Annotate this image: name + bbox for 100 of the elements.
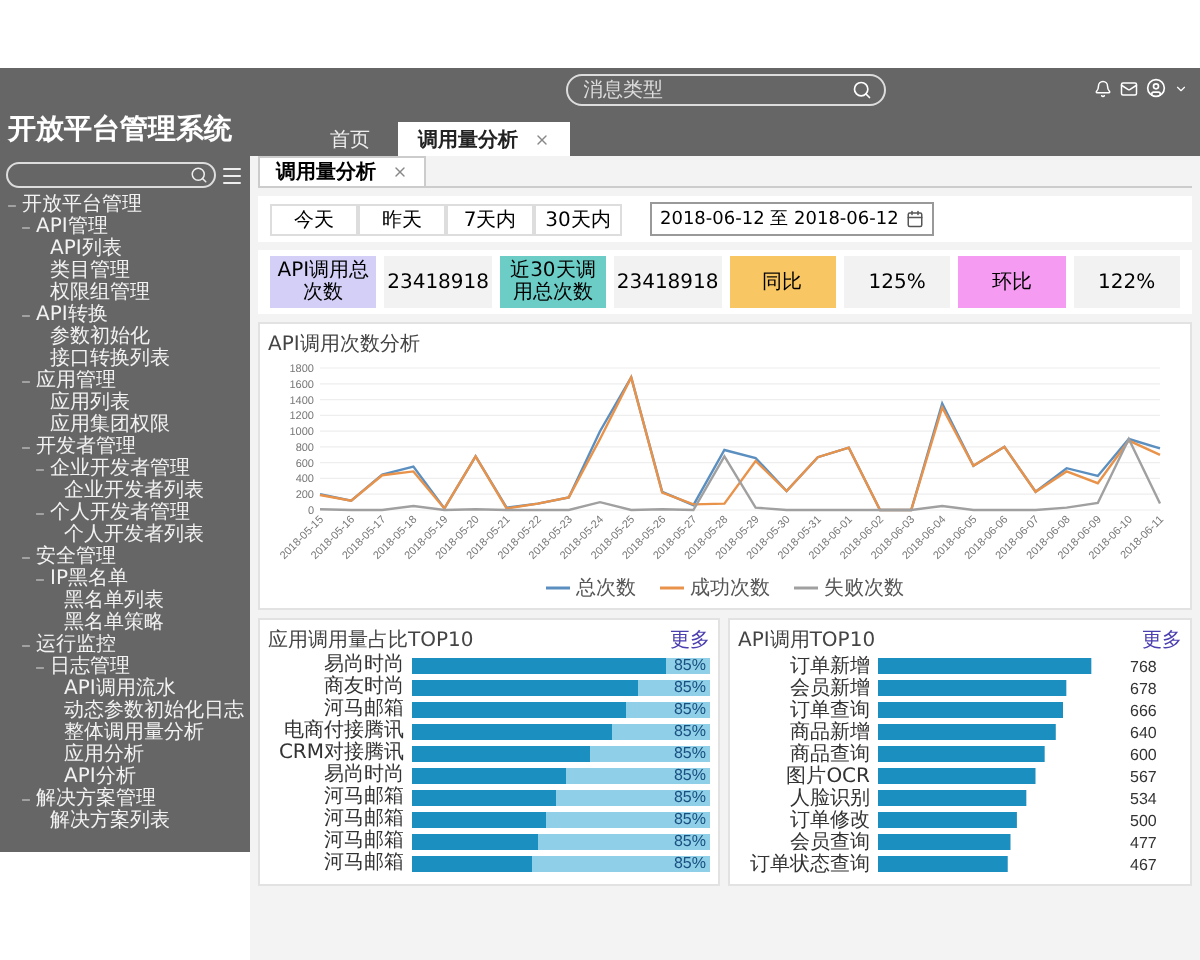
percent-reading: 85% [673, 853, 706, 873]
collapse-icon[interactable] [20, 441, 32, 453]
close-icon[interactable] [392, 164, 408, 180]
tab[interactable]: 调用量分析 [398, 122, 570, 156]
sidebar-item[interactable]: 应用管理 [36, 370, 116, 392]
category-label: 人脸识别 [790, 788, 870, 810]
bar [878, 812, 1017, 828]
stat-value: 122% [1073, 256, 1180, 308]
tab[interactable]: 首页 [310, 122, 390, 156]
bar [878, 856, 1008, 872]
sidebar-item[interactable]: 整体调用量分析 [64, 722, 204, 744]
sidebar-item[interactable]: 企业开发者列表 [64, 480, 204, 502]
collapse-icon[interactable] [20, 309, 32, 321]
collapse-icon[interactable] [20, 639, 32, 651]
collapse-icon[interactable] [6, 199, 18, 211]
sidebar-item[interactable]: 权限组管理 [50, 282, 150, 304]
app-name: 河马邮箱 [322, 830, 404, 852]
mail-icon[interactable] [1120, 79, 1138, 97]
sidebar-item[interactable]: 黑名单列表 [64, 590, 164, 612]
sidebar-item[interactable]: 日志管理 [50, 656, 130, 678]
bell-icon[interactable] [1094, 79, 1112, 97]
date-filter-button[interactable]: 30天内 [534, 203, 622, 235]
collapse-icon[interactable] [20, 793, 32, 805]
stat-label: 环比 [958, 256, 1066, 308]
percent-reading: 85% [673, 787, 706, 807]
value-label: 678 [1130, 680, 1157, 698]
percent-reading: 85% [673, 765, 706, 785]
user-icon[interactable] [1146, 78, 1166, 98]
collapse-icon[interactable] [20, 551, 32, 563]
collapse-icon[interactable] [20, 375, 32, 387]
collapse-icon[interactable] [20, 221, 32, 233]
collapse-icon[interactable] [34, 573, 46, 585]
collapse-icon[interactable] [34, 463, 46, 475]
caret-icon[interactable] [1174, 81, 1188, 95]
sidebar-item[interactable]: API调用流水 [64, 678, 176, 700]
value-label: 640 [1130, 724, 1157, 742]
date-filter-button[interactable]: 昨天 [358, 203, 446, 235]
more-link[interactable]: 更多 [670, 626, 710, 654]
legend-line-icon [660, 584, 684, 592]
sidebar-item[interactable]: 动态参数初始化日志 [64, 700, 244, 722]
search-field[interactable]: 消息类型 [565, 74, 885, 106]
search-field[interactable] [6, 162, 216, 188]
category-label: 会员新增 [790, 678, 870, 700]
stat-value: 23418918 [384, 256, 492, 308]
sidebar-item[interactable]: 运行监控 [36, 634, 116, 656]
app-title: 开放平台管理系统 [8, 112, 232, 148]
tab[interactable]: 调用量分析 [258, 156, 426, 186]
sidebar-item[interactable]: 应用分析 [64, 744, 144, 766]
category-label: 订单状态查询 [750, 854, 870, 876]
sidebar-item[interactable]: 接口转换列表 [50, 348, 170, 370]
search-input[interactable]: 消息类型 [579, 77, 851, 103]
sidebar-item[interactable]: 安全管理 [36, 546, 116, 568]
stat-value: 23418918 [614, 256, 721, 308]
legend-line-icon [794, 584, 818, 592]
legend-label: 总次数 [576, 575, 636, 602]
date-filter-button[interactable]: 7天内 [446, 203, 534, 235]
sidebar-item[interactable]: 开发者管理 [36, 436, 136, 458]
percent-reading: 85% [673, 721, 706, 741]
app-name: CRM对接腾讯 [276, 742, 404, 764]
menu-icon[interactable] [220, 163, 244, 187]
date-filter-button[interactable]: 今天 [270, 203, 358, 235]
collapse-icon[interactable] [34, 507, 46, 519]
close-icon[interactable] [534, 131, 550, 147]
date-range-field[interactable]: 2018-06-12 至 2018-06-12 [650, 202, 935, 236]
sidebar-item[interactable]: 解决方案列表 [50, 810, 170, 832]
sidebar-item[interactable]: 解决方案管理 [36, 788, 156, 810]
value-label: 666 [1130, 702, 1157, 720]
bar [878, 834, 1011, 850]
percent-reading: 85% [673, 699, 706, 719]
value-label: 534 [1130, 790, 1157, 808]
app-name: 电商付接腾讯 [282, 720, 404, 742]
stat-value: 125% [843, 256, 951, 308]
category-label: 图片OCR [786, 766, 870, 788]
app-name: 河马邮箱 [322, 852, 404, 874]
sidebar-item[interactable]: 应用集团权限 [50, 414, 170, 436]
sidebar-item[interactable]: API转换 [36, 304, 108, 326]
calendar-icon[interactable] [906, 210, 925, 228]
sidebar-item[interactable]: API分析 [64, 766, 136, 788]
sidebar-item[interactable]: 开放平台管理 [22, 194, 142, 216]
sidebar-item[interactable]: 企业开发者管理 [50, 458, 190, 480]
category-label: 商品查询 [790, 744, 870, 766]
stat-label: 近30天调用总次数 [499, 256, 607, 308]
sidebar-item[interactable]: API管理 [36, 216, 108, 238]
legend-label: 失败次数 [824, 575, 904, 602]
app-name: 河马邮箱 [322, 808, 404, 830]
chart-title: API调用次数分析 [268, 331, 422, 358]
sidebar-item[interactable]: 个人开发者列表 [64, 524, 204, 546]
sidebar-item[interactable]: 黑名单策略 [64, 612, 164, 634]
search-icon[interactable] [190, 166, 208, 184]
collapse-icon[interactable] [34, 661, 46, 673]
sidebar-item[interactable]: IP黑名单 [50, 568, 128, 590]
sidebar-item[interactable]: 参数初始化 [50, 326, 150, 348]
sidebar-item[interactable]: API列表 [50, 238, 122, 260]
percent-reading: 85% [673, 677, 706, 697]
sidebar-item[interactable]: 类目管理 [50, 260, 130, 282]
sidebar-item[interactable]: 个人开发者管理 [50, 502, 190, 524]
app-name: 河马邮箱 [322, 786, 404, 808]
percent-reading: 85% [673, 743, 706, 763]
sidebar-item[interactable]: 应用列表 [50, 392, 130, 414]
more-link[interactable]: 更多 [1142, 626, 1182, 654]
